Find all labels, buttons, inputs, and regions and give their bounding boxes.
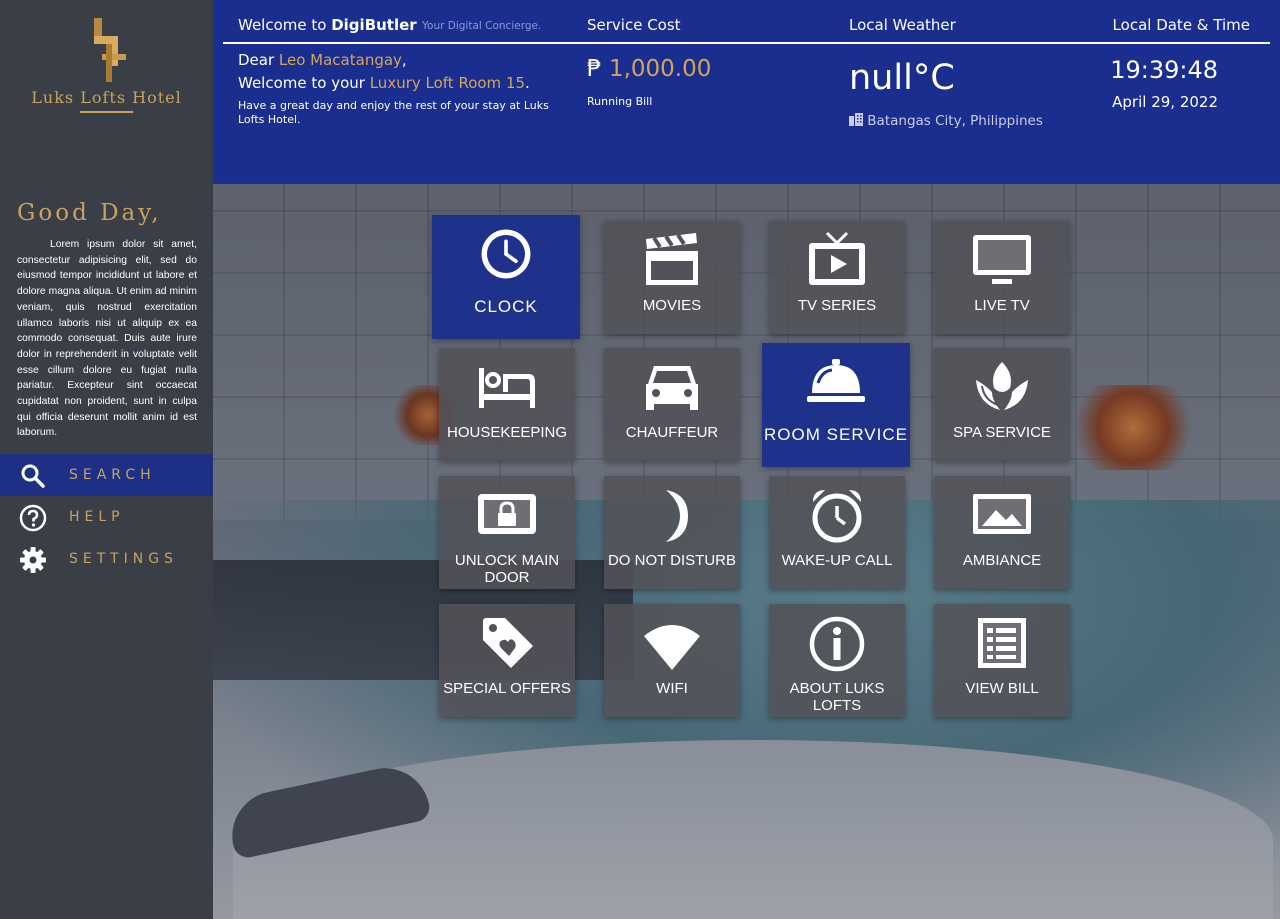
service-cost-title: Service Cost: [587, 16, 681, 34]
tile-label: DO NOT DISTURB: [607, 552, 737, 569]
room-suffix: .: [525, 74, 530, 92]
tile-label: AMBIANCE: [962, 552, 1042, 569]
lock-icon: [478, 494, 536, 534]
tile-about-luks-lofts[interactable]: ABOUT LUKS LOFTS: [769, 604, 905, 717]
temperature: null°C: [849, 58, 955, 98]
search-icon: [21, 464, 45, 488]
lotus-icon: [976, 362, 1028, 410]
room-prefix: Welcome to your: [238, 74, 370, 92]
tile-label: MOVIES: [642, 297, 702, 314]
running-bill-amount: ₱ 1,000.00: [587, 56, 711, 82]
tile-clock[interactable]: CLOCK: [432, 215, 580, 339]
enjoy-message: Have a great day and enjoy the rest of y…: [238, 99, 549, 126]
tag-heart-icon: [483, 618, 533, 668]
room-welcome: Welcome to your Luxury Loft Room 15.: [238, 74, 530, 92]
nav-help[interactable]: HELP: [0, 496, 213, 538]
dear-suffix: ,: [401, 51, 407, 69]
tile-unlock-main-door[interactable]: UNLOCK MAIN DOOR: [439, 476, 575, 589]
nav-help-label: HELP: [69, 509, 125, 525]
room-name: Luxury Loft Room 15: [369, 74, 526, 92]
tile-label: WAKE-UP CALL: [781, 552, 893, 569]
alarm-icon: [812, 490, 862, 543]
tile-ambiance[interactable]: AMBIANCE: [934, 476, 1070, 589]
wifi-icon: [644, 625, 700, 670]
tv-play-icon: [809, 231, 865, 285]
gear-icon: [20, 547, 46, 573]
bed-icon: [479, 368, 535, 408]
tile-label: SPA SERVICE: [953, 424, 1051, 441]
hotel-logo-icon: [94, 18, 126, 82]
dear-prefix: Dear: [238, 51, 279, 69]
tile-label: ABOUT LUKS LOFTS: [789, 680, 885, 714]
tile-label: ROOM SERVICE: [764, 425, 908, 444]
clock-icon: [481, 229, 531, 279]
tile-spa-service[interactable]: SPA SERVICE: [934, 348, 1070, 461]
greeting-body: Lorem ipsum dolor sit amet, consectetur …: [17, 239, 197, 439]
app-name: DigiButler: [331, 16, 417, 34]
running-bill-label: Running Bill: [587, 95, 653, 108]
tile-special-offers[interactable]: SPECIAL OFFERS: [439, 604, 575, 717]
tile-label: TV SERIES: [797, 297, 877, 314]
welcome-prefix: Welcome to: [238, 16, 332, 34]
nav-settings[interactable]: SETTINGS: [0, 538, 213, 580]
city-icon: [849, 113, 863, 126]
weather-city: Batangas City, Philippines: [849, 113, 1043, 129]
tile-room-service[interactable]: ROOM SERVICE: [762, 343, 910, 467]
weather-title: Local Weather: [849, 16, 956, 34]
tile-wifi[interactable]: WIFI: [604, 604, 740, 717]
greeting-title: Good Day,: [17, 200, 162, 226]
tile-movies[interactable]: MOVIES: [604, 221, 740, 334]
cloche-icon: [807, 359, 865, 402]
datetime-title: Local Date & Time: [1112, 16, 1250, 34]
nav-settings-label: SETTINGS: [69, 551, 178, 567]
tile-label: WIFI: [656, 680, 688, 697]
clapperboard-icon: [646, 233, 698, 285]
currency-symbol: ₱: [587, 56, 602, 82]
sidebar: Luks Lofts Hotel Good Day, Lorem ipsum d…: [0, 0, 213, 919]
logo-underline: [80, 111, 133, 113]
app-welcome: Welcome to DigiButler: [238, 16, 417, 34]
tile-label: CLOCK: [474, 297, 538, 316]
car-icon: [646, 366, 698, 410]
hotel-name: Luks Lofts Hotel: [31, 88, 182, 107]
tile-tv-series[interactable]: TV SERIES: [769, 221, 905, 334]
tile-do-not-disturb[interactable]: DO NOT DISTURB: [604, 476, 740, 589]
tile-label: VIEW BILL: [965, 680, 1039, 697]
nav-search[interactable]: SEARCH: [0, 454, 213, 496]
moon-icon: [666, 490, 688, 542]
local-time: 19:39:48: [1110, 56, 1218, 84]
header-bar: Welcome to DigiButler Your Digital Conci…: [213, 0, 1280, 184]
local-date: April 29, 2022: [1112, 93, 1218, 111]
guest-greeting: Dear Leo Macatangay,: [238, 51, 407, 69]
header-divider: [223, 42, 1270, 44]
tile-label: CHAUFFEUR: [625, 424, 719, 441]
tile-label: SPECIAL OFFERS: [443, 680, 571, 697]
help-icon: [19, 504, 47, 532]
city-name: Batangas City, Philippines: [867, 113, 1043, 129]
monitor-icon: [973, 235, 1031, 284]
info-icon: [809, 616, 865, 672]
image-icon: [973, 494, 1031, 534]
logo-area: Luks Lofts Hotel: [0, 0, 213, 184]
tile-housekeeping[interactable]: HOUSEKEEPING: [439, 348, 575, 461]
cost-value: 1,000.00: [608, 56, 712, 82]
guest-name: Leo Macatangay: [278, 51, 402, 69]
nav-search-label: SEARCH: [69, 467, 156, 483]
tile-label: LIVE TV: [974, 297, 1030, 314]
tile-label: UNLOCK MAIN DOOR: [454, 552, 560, 586]
tile-chauffeur[interactable]: CHAUFFEUR: [604, 348, 740, 461]
tile-view-bill[interactable]: VIEW BILL: [934, 604, 1070, 717]
list-icon: [978, 618, 1026, 668]
tile-live-tv[interactable]: LIVE TV: [934, 221, 1070, 334]
tile-wake-up-call[interactable]: WAKE-UP CALL: [769, 476, 905, 589]
tile-label: HOUSEKEEPING: [446, 424, 568, 441]
app-tagline: Your Digital Concierge.: [422, 20, 542, 32]
